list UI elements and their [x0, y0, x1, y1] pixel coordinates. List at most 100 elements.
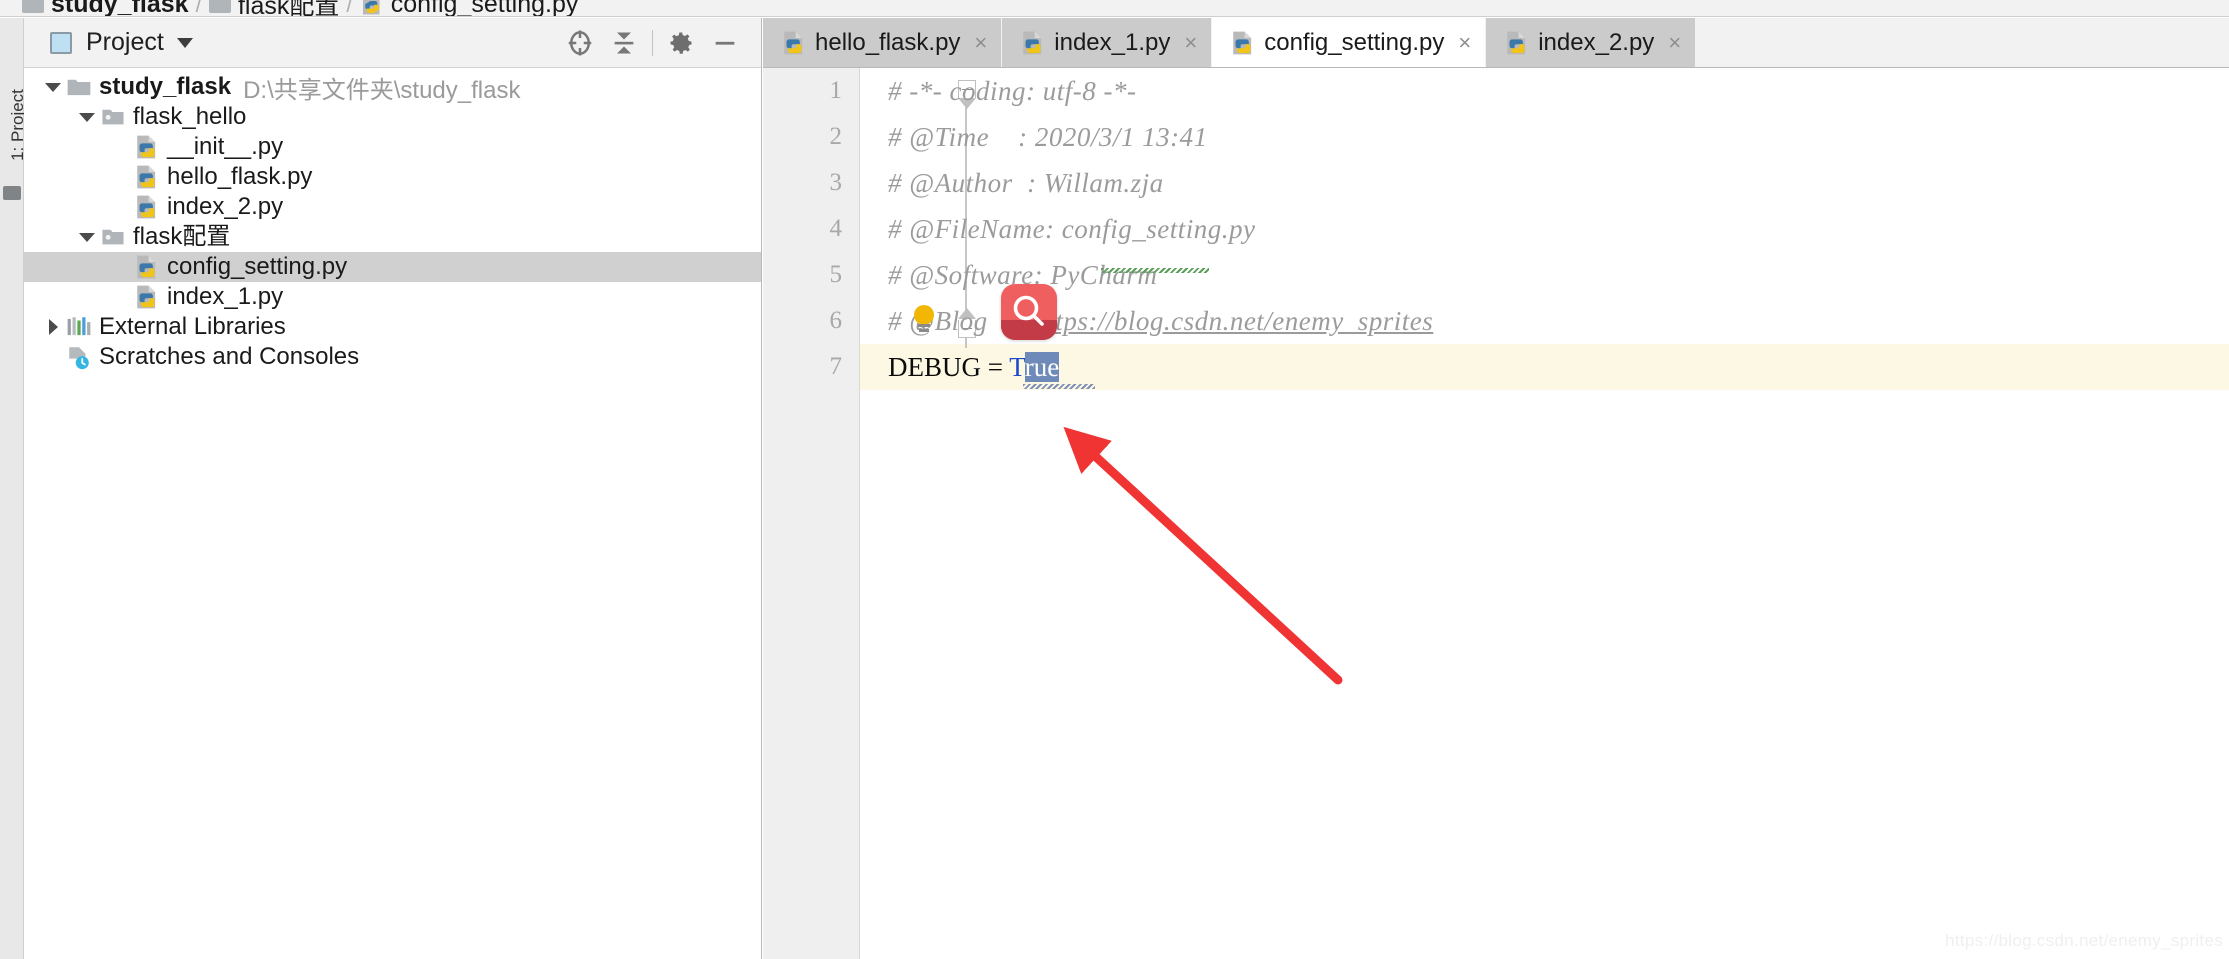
hide-button[interactable] — [703, 21, 747, 65]
code-identifier-debug: DEBUG — [888, 352, 981, 382]
close-icon[interactable]: × — [1184, 31, 1197, 54]
code-line-6[interactable]: # @Blog : https://blog.csdn.net/enemy_sp… — [888, 298, 2229, 344]
code-editor[interactable]: 1 2 3 4 5 6 7 # -*- coding: utf-8 -*- # @Time :… — [763, 68, 2229, 959]
code-line-1[interactable]: # -*- coding: utf-8 -*- — [888, 68, 2229, 114]
tree-item-scratchesandconsoles[interactable]: Scratches and Consoles — [24, 342, 761, 372]
code-comment: # @Time : 2020/3/1 13:41 — [888, 122, 1208, 152]
chevron-right-icon[interactable] — [40, 314, 66, 340]
locate-button[interactable] — [558, 21, 602, 65]
project-panel-toolbar — [558, 18, 747, 68]
tree-item-__init__py[interactable]: __init__.py — [24, 132, 761, 162]
python-file-icon — [137, 165, 156, 189]
module-folder-icon — [102, 229, 124, 245]
breadcrumb-separator: / — [195, 0, 202, 17]
left-tool-strip: 1: Project — [0, 18, 31, 959]
scratches-icon — [69, 347, 89, 370]
editor-tabbar[interactable]: hello_flask.py × index_1.py × config_setti… — [763, 18, 2229, 68]
close-icon[interactable]: × — [1668, 31, 1681, 54]
code-folding-column[interactable] — [860, 68, 976, 959]
chevron-down-icon[interactable] — [74, 104, 100, 130]
code-value-selected[interactable]: rue — [1024, 352, 1060, 382]
project-tree[interactable]: study_flask D:\共享文件夹\study_flask flask_he… — [24, 68, 761, 372]
breadcrumb-separator: / — [346, 0, 353, 17]
tree-item-index_2py[interactable]: index_2.py — [24, 192, 761, 222]
tree-item-label: index_2.py — [167, 193, 284, 220]
breadcrumb-item-folder[interactable]: flask配置 — [208, 0, 340, 17]
chevron-down-icon[interactable] — [40, 74, 66, 100]
breadcrumb-item-file[interactable]: config_setting.py — [360, 0, 579, 17]
editor-tab-config_settingpy[interactable]: config_setting.py × — [1212, 18, 1487, 67]
breadcrumb: study_flask / flask配置 / config_setting.p… — [0, 0, 2229, 17]
tree-item-label: config_setting.py — [167, 253, 348, 280]
tree-item-label: study_flask — [99, 73, 232, 100]
tree-item-label: External Libraries — [99, 313, 286, 340]
tree-item-path: D:\共享文件夹\study_flask — [243, 76, 521, 104]
tree-item-index_1py[interactable]: index_1.py — [24, 282, 761, 312]
chevron-down-icon[interactable] — [74, 224, 100, 250]
editor-area: hello_flask.py × index_1.py × config_setti… — [763, 18, 2229, 959]
breadcrumb-label: config_setting.py — [390, 0, 579, 17]
project-panel: Project study_flask D:\共享文件夹\study_flask… — [24, 18, 762, 959]
breadcrumb-label: flask配置 — [237, 0, 340, 17]
python-file-icon — [137, 285, 156, 309]
editor-tab-label: index_1.py — [1054, 28, 1171, 56]
code-line-3[interactable]: # @Author : Willam.zja — [888, 160, 2229, 206]
line-number: 1 — [829, 77, 843, 104]
code-value-head: T — [1009, 352, 1025, 382]
target-icon — [568, 30, 592, 56]
tree-item-config_settingpy[interactable]: config_setting.py — [24, 252, 761, 282]
collapse-all-button[interactable] — [602, 21, 646, 65]
code-comment: # -*- coding: utf-8 -*- — [888, 76, 1137, 106]
code-comment: # @Author : Willam.zja — [888, 168, 1164, 198]
editor-tab-label: config_setting.py — [1264, 28, 1445, 56]
lightbulb-icon[interactable] — [911, 305, 937, 335]
toolbar-divider — [652, 30, 653, 56]
editor-tab-label: hello_flask.py — [815, 28, 961, 56]
line-number: 4 — [829, 215, 843, 242]
line-number: 2 — [829, 123, 843, 150]
editor-tab-hello_flaskpy[interactable]: hello_flask.py × — [763, 18, 1003, 67]
tree-item-flask_hello[interactable]: flask_hello — [24, 102, 761, 132]
blog-url-link[interactable]: https://blog.csdn.net/enemy_sprites — [1033, 306, 1433, 336]
close-icon[interactable]: × — [974, 31, 987, 54]
typo-squiggle — [1023, 384, 1095, 389]
line-number: 7 — [829, 353, 843, 380]
tree-item-hello_flaskpy[interactable]: hello_flask.py — [24, 162, 761, 192]
code-text[interactable]: # -*- coding: utf-8 -*- # @Time : 2020/3/… — [888, 68, 2229, 959]
minus-icon — [715, 41, 735, 45]
folder-icon — [67, 79, 91, 96]
gear-icon — [670, 32, 692, 54]
code-comment: # @FileName: config_setting.py — [888, 214, 1256, 244]
project-panel-header: Project — [24, 18, 761, 68]
tree-item-label: flask_hello — [133, 103, 247, 130]
breadcrumb-label: study_flask — [51, 0, 189, 17]
spellcheck-squiggle — [1101, 268, 1209, 273]
tree-item-study_flask[interactable]: study_flask D:\共享文件夹\study_flask — [24, 72, 761, 104]
line-number: 3 — [829, 169, 843, 196]
line-number: 6 — [829, 307, 843, 334]
search-icon[interactable] — [1001, 284, 1057, 340]
code-line-5[interactable]: # @Software: PyCharm — [888, 252, 2229, 298]
code-line-2[interactable]: # @Time : 2020/3/1 13:41 — [888, 114, 2229, 160]
folder-icon — [22, 0, 44, 13]
close-icon[interactable]: × — [1458, 31, 1471, 54]
tree-item-flask[interactable]: flask配置 — [24, 222, 761, 252]
settings-button[interactable] — [659, 21, 703, 65]
chevron-down-icon[interactable] — [176, 37, 193, 48]
libraries-icon — [67, 317, 91, 336]
tree-item-label: index_1.py — [167, 283, 284, 310]
code-operator: = — [987, 352, 1003, 382]
folder-icon — [3, 186, 21, 200]
tree-item-label: hello_flask.py — [167, 163, 313, 190]
python-file-icon — [137, 255, 156, 279]
editor-tab-index_1py[interactable]: index_1.py × — [1002, 18, 1213, 67]
python-file-icon — [1023, 31, 1042, 54]
line-number-gutter: 1 2 3 4 5 6 7 — [763, 68, 860, 959]
pycharm-window: study_flask / flask配置 / config_setting.p… — [0, 0, 2229, 959]
editor-tab-index_2py[interactable]: index_2.py × — [1486, 18, 1697, 67]
code-line-4[interactable]: # @FileName: config_setting.py — [888, 206, 2229, 252]
collapse-all-icon — [614, 32, 634, 54]
python-file-icon — [1233, 31, 1252, 54]
breadcrumb-item-project[interactable]: study_flask — [22, 0, 189, 17]
tree-item-externallibraries[interactable]: External Libraries — [24, 312, 761, 342]
